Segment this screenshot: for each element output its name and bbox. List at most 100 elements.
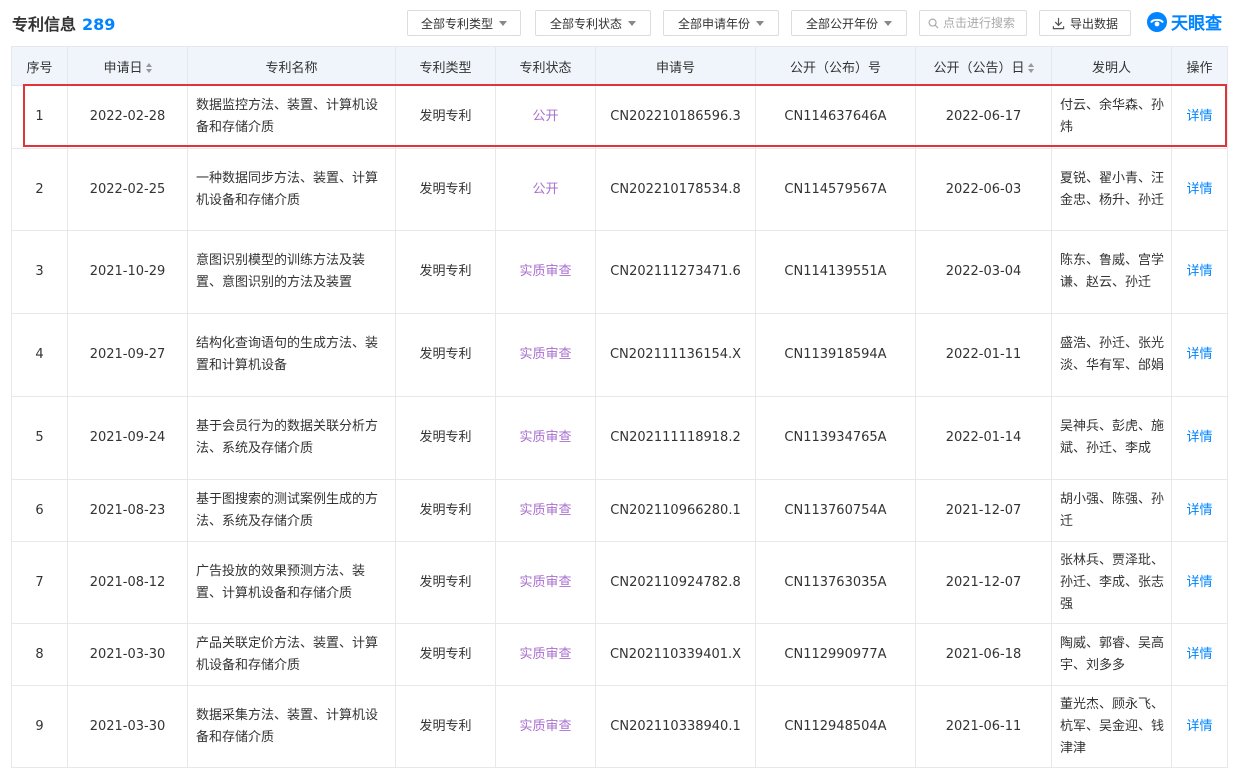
table-row: 3 2021-10-29 意图识别模型的训练方法及装置、意图识别的方法及装置 发明专利… xyxy=(11,230,1228,314)
publication-number: CN112948504A xyxy=(755,685,916,768)
patent-name: 基于图搜索的测试案例生成的方法、系统及存储介质 xyxy=(187,479,396,542)
publication-number: CN113918594A xyxy=(755,313,916,397)
patent-name: 基于会员行为的数据关联分析方法、系统及存储介质 xyxy=(187,396,396,480)
col-header-index: 序号 xyxy=(11,46,68,86)
table-row: 4 2021-09-27 结构化查询语句的生成方法、装置和计算机设备 发明专利 实质审查… xyxy=(11,313,1228,397)
search-icon xyxy=(928,18,939,29)
application-number: CN202210178534.8 xyxy=(595,148,756,231)
col-header-type: 专利类型 xyxy=(395,46,496,86)
apply-date: 2021-08-12 xyxy=(67,541,188,624)
col-header-pub-date[interactable]: 公开（公告）日 xyxy=(915,46,1052,86)
application-number: CN202110339401.X xyxy=(595,623,756,686)
table-row: 5 2021-09-24 基于会员行为的数据关联分析方法、系统及存储介质 发明专利 实质… xyxy=(11,396,1228,480)
inventors: 胡小强、陈强、孙迁 xyxy=(1051,479,1172,542)
row-index: 7 xyxy=(11,541,68,624)
table-row: 9 2021-03-30 数据采集方法、装置、计算机设备和存储介质 发明专利 实质审查 C… xyxy=(11,685,1228,768)
inventors: 付云、余华森、孙炜 xyxy=(1051,85,1172,149)
publication-number: CN113934765A xyxy=(755,396,916,480)
detail-link[interactable]: 详情 xyxy=(1171,148,1228,231)
apply-date: 2022-02-28 xyxy=(67,85,188,149)
title-text: 专利信息 xyxy=(12,15,77,34)
publication-date: 2021-12-07 xyxy=(915,541,1052,624)
patent-name: 数据采集方法、装置、计算机设备和存储介质 xyxy=(187,685,396,768)
publication-date: 2021-06-18 xyxy=(915,623,1052,686)
publication-date: 2022-03-04 xyxy=(915,230,1052,314)
search-box[interactable] xyxy=(919,10,1027,36)
application-number: CN202110924782.8 xyxy=(595,541,756,624)
apply-date: 2021-08-23 xyxy=(67,479,188,542)
row-index: 9 xyxy=(11,685,68,768)
detail-link[interactable]: 详情 xyxy=(1171,623,1228,686)
patent-type: 发明专利 xyxy=(395,541,496,624)
row-index: 4 xyxy=(11,313,68,397)
sort-icon[interactable] xyxy=(1027,63,1034,73)
eye-logo-icon xyxy=(1147,11,1167,32)
download-icon xyxy=(1052,17,1065,29)
toolbar: 专利信息 289 全部专利类型 全部专利状态 全部申请年份 全部公开年份 导出数据… xyxy=(0,0,1234,46)
detail-link[interactable]: 详情 xyxy=(1171,230,1228,314)
application-number: CN202111136154.X xyxy=(595,313,756,397)
patent-status: 实质审查 xyxy=(495,396,596,480)
apply-date: 2022-02-25 xyxy=(67,148,188,231)
patent-status: 实质审查 xyxy=(495,313,596,397)
apply-date: 2021-09-24 xyxy=(67,396,188,480)
filter-apply-year[interactable]: 全部申请年份 xyxy=(663,10,779,36)
col-header-inventors: 发明人 xyxy=(1051,46,1172,86)
patent-status: 实质审查 xyxy=(495,479,596,542)
inventors: 盛浩、孙迁、张光淡、华有军、邰娟 xyxy=(1051,313,1172,397)
publication-number: CN113760754A xyxy=(755,479,916,542)
patent-status: 公开 xyxy=(495,85,596,149)
patent-status: 实质审查 xyxy=(495,623,596,686)
publication-date: 2022-06-17 xyxy=(915,85,1052,149)
detail-link[interactable]: 详情 xyxy=(1171,685,1228,768)
row-index: 8 xyxy=(11,623,68,686)
col-header-apply-date[interactable]: 申请日 xyxy=(67,46,188,86)
sort-icon[interactable] xyxy=(145,63,152,73)
tianyancha-logo: 天眼查 xyxy=(1146,9,1222,34)
patent-type: 发明专利 xyxy=(395,685,496,768)
inventors: 陶威、郭睿、吴高宇、刘多多 xyxy=(1051,623,1172,686)
publication-date: 2021-06-11 xyxy=(915,685,1052,768)
application-number: CN202110338940.1 xyxy=(595,685,756,768)
publication-number: CN114637646A xyxy=(755,85,916,149)
row-index: 5 xyxy=(11,396,68,480)
col-header-action: 操作 xyxy=(1171,46,1228,86)
apply-date: 2021-10-29 xyxy=(67,230,188,314)
table-row: 1 2022-02-28 数据监控方法、装置、计算机设备和存储介质 发明专利 公开 CN2… xyxy=(11,85,1228,149)
application-number: CN202110966280.1 xyxy=(595,479,756,542)
detail-link[interactable]: 详情 xyxy=(1171,479,1228,542)
publication-date: 2022-06-03 xyxy=(915,148,1052,231)
patent-name: 意图识别模型的训练方法及装置、意图识别的方法及装置 xyxy=(187,230,396,314)
row-index: 1 xyxy=(11,85,68,149)
table-header: 序号 申请日 专利名称 专利类型 专利状态 申请号 公开（公布）号 公开（公告）… xyxy=(11,46,1228,86)
col-header-pub-no: 公开（公布）号 xyxy=(755,46,916,86)
search-input[interactable] xyxy=(943,16,1023,30)
caret-down-icon xyxy=(499,20,507,26)
publication-date: 2021-12-07 xyxy=(915,479,1052,542)
patent-status: 公开 xyxy=(495,148,596,231)
export-button[interactable]: 导出数据 xyxy=(1039,10,1131,36)
col-header-app-no: 申请号 xyxy=(595,46,756,86)
patent-type: 发明专利 xyxy=(395,313,496,397)
filter-publish-year[interactable]: 全部公开年份 xyxy=(791,10,907,36)
page-title: 专利信息 289 xyxy=(12,11,115,35)
detail-link[interactable]: 详情 xyxy=(1171,541,1228,624)
publication-number: CN114579567A xyxy=(755,148,916,231)
patent-type: 发明专利 xyxy=(395,623,496,686)
publication-number: CN112990977A xyxy=(755,623,916,686)
patent-status: 实质审查 xyxy=(495,685,596,768)
detail-link[interactable]: 详情 xyxy=(1171,396,1228,480)
detail-link[interactable]: 详情 xyxy=(1171,313,1228,397)
inventors: 陈东、鲁威、宫学谦、赵云、孙迁 xyxy=(1051,230,1172,314)
inventors: 张林兵、贾泽玭、孙迁、李成、张志强 xyxy=(1051,541,1172,624)
patent-status: 实质审查 xyxy=(495,230,596,314)
patent-type: 发明专利 xyxy=(395,85,496,149)
patent-name: 产品关联定价方法、装置、计算机设备和存储介质 xyxy=(187,623,396,686)
row-index: 3 xyxy=(11,230,68,314)
table-row: 7 2021-08-12 广告投放的效果预测方法、装置、计算机设备和存储介质 发明专利… xyxy=(11,541,1228,624)
detail-link[interactable]: 详情 xyxy=(1171,85,1228,149)
filter-patent-type[interactable]: 全部专利类型 xyxy=(407,10,521,36)
application-number: CN202210186596.3 xyxy=(595,85,756,149)
filter-patent-status[interactable]: 全部专利状态 xyxy=(535,10,651,36)
application-number: CN202111118918.2 xyxy=(595,396,756,480)
